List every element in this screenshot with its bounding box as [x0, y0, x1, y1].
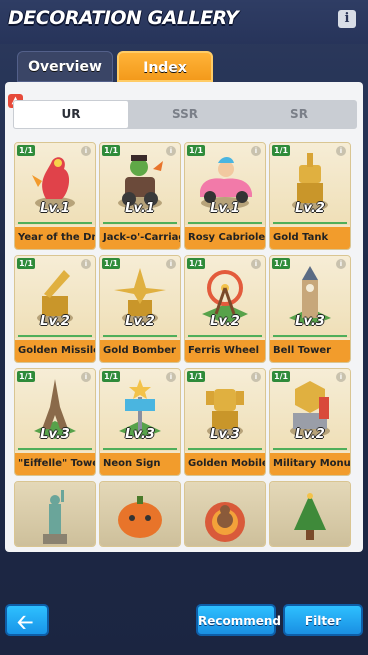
- statue-of-liberty-icon: [15, 482, 95, 546]
- turkey-icon: [185, 482, 265, 546]
- progress-line: [103, 448, 177, 450]
- level-label: Lv.1: [210, 201, 240, 216]
- progress-line: [273, 222, 347, 224]
- level-label: Lv.2: [125, 314, 155, 329]
- count-badge: 1/1: [272, 145, 291, 156]
- level-label: Lv.2: [40, 314, 70, 329]
- decoration-card[interactable]: 1/1 i Lv.2 Gold Tank: [269, 142, 351, 250]
- progress-line: [273, 335, 347, 337]
- page-title: DECORATION GALLERY: [8, 7, 239, 29]
- count-badge: 1/1: [17, 145, 36, 156]
- card-name: Golden Mobile Suit: [185, 453, 265, 475]
- tab-rarity-ur[interactable]: UR: [14, 101, 128, 128]
- decoration-card[interactable]: 1/1 i Lv.2 Golden Missile Vehicle: [14, 255, 96, 363]
- card-name: "Eiffelle" Tower: [15, 453, 95, 475]
- count-badge: 1/1: [17, 258, 36, 269]
- decoration-card[interactable]: 1/1 i Lv.1 Rosy Cabriolet: [184, 142, 266, 250]
- progress-line: [18, 448, 92, 450]
- level-label: Lv.1: [40, 201, 70, 216]
- info-icon[interactable]: i: [166, 146, 176, 156]
- card-name: Military Monument: [270, 453, 350, 475]
- count-badge: 1/1: [187, 258, 206, 269]
- arrow-left-icon: 🡠: [17, 610, 34, 634]
- progress-line: [103, 335, 177, 337]
- info-icon[interactable]: i: [81, 259, 91, 269]
- level-label: Lv.3: [295, 314, 325, 329]
- recommend-button[interactable]: Recommend: [196, 604, 281, 636]
- progress-line: [188, 222, 262, 224]
- filter-button[interactable]: Filter: [283, 604, 363, 636]
- decoration-card[interactable]: 1/1 i Lv.3 Golden Mobile Suit: [184, 368, 266, 476]
- count-badge: 1/1: [187, 371, 206, 382]
- progress-line: [188, 448, 262, 450]
- count-badge: 1/1: [272, 258, 291, 269]
- level-label: Lv.1: [125, 201, 155, 216]
- rarity-tab-bar: UR SSR SR: [13, 100, 357, 129]
- tab-rarity-ssr[interactable]: SSR: [128, 100, 242, 129]
- gallery-panel: ▲ UR SSR SR 1/1 i Lv.1 Year of the Drago…: [5, 82, 363, 552]
- info-icon[interactable]: i: [338, 10, 356, 28]
- card-name: Rosy Cabriolet: [185, 227, 265, 249]
- count-badge: 1/1: [272, 371, 291, 382]
- info-icon[interactable]: i: [81, 372, 91, 382]
- info-icon[interactable]: i: [81, 146, 91, 156]
- info-icon[interactable]: i: [336, 146, 346, 156]
- count-badge: 1/1: [102, 371, 121, 382]
- info-icon[interactable]: i: [166, 372, 176, 382]
- card-name: Golden Missile Vehicle: [15, 340, 95, 362]
- info-icon[interactable]: i: [336, 259, 346, 269]
- card-name: Year of the Dragon: [15, 227, 95, 249]
- level-label: Lv.2: [210, 314, 240, 329]
- card-name: Jack-o'-Carriage: [100, 227, 180, 249]
- back-button[interactable]: 🡠: [5, 604, 49, 636]
- tab-rarity-sr[interactable]: SR: [242, 100, 356, 129]
- level-label: Lv.3: [125, 427, 155, 442]
- progress-line: [18, 222, 92, 224]
- count-badge: 1/1: [102, 258, 121, 269]
- info-icon[interactable]: i: [166, 259, 176, 269]
- info-icon[interactable]: i: [336, 372, 346, 382]
- level-label: Lv.2: [295, 201, 325, 216]
- level-label: Lv.2: [295, 427, 325, 442]
- info-icon[interactable]: i: [251, 259, 261, 269]
- decoration-card[interactable]: 1/1 i Lv.3 "Eiffelle" Tower: [14, 368, 96, 476]
- decoration-card[interactable]: 1/1 i Lv.1 Jack-o'-Carriage: [99, 142, 181, 250]
- card-name: Bell Tower: [270, 340, 350, 362]
- decoration-card[interactable]: 1/1 i Lv.2 Gold Bomber: [99, 255, 181, 363]
- decoration-card[interactable]: 1/1 i Lv.3 Neon Sign: [99, 368, 181, 476]
- decoration-card[interactable]: 1/1 i Lv.2 Ferris Wheel: [184, 255, 266, 363]
- tab-index[interactable]: Index: [117, 51, 213, 82]
- card-name: Gold Bomber: [100, 340, 180, 362]
- info-icon[interactable]: i: [251, 146, 261, 156]
- info-icon[interactable]: i: [251, 372, 261, 382]
- tab-overview[interactable]: Overview: [17, 51, 113, 82]
- progress-line: [18, 335, 92, 337]
- level-label: Lv.3: [40, 427, 70, 442]
- card-name: Ferris Wheel: [185, 340, 265, 362]
- count-badge: 1/1: [187, 145, 206, 156]
- decoration-card[interactable]: 1/1 i Lv.1 Year of the Dragon: [14, 142, 96, 250]
- christmas-tree-icon: [270, 482, 350, 546]
- decoration-card[interactable]: 1/1 i Lv.3 Bell Tower: [269, 255, 351, 363]
- decoration-card[interactable]: [184, 481, 266, 547]
- progress-line: [188, 335, 262, 337]
- count-badge: 1/1: [102, 145, 121, 156]
- progress-line: [273, 448, 347, 450]
- decoration-card[interactable]: [269, 481, 351, 547]
- card-name: Gold Tank: [270, 227, 350, 249]
- progress-line: [103, 222, 177, 224]
- decoration-card[interactable]: [14, 481, 96, 547]
- decoration-card[interactable]: [99, 481, 181, 547]
- level-label: Lv.3: [210, 427, 240, 442]
- decoration-card[interactable]: 1/1 i Lv.2 Military Monument: [269, 368, 351, 476]
- pumpkin-monster-icon: [100, 482, 180, 546]
- count-badge: 1/1: [17, 371, 36, 382]
- card-name: Neon Sign: [100, 453, 180, 475]
